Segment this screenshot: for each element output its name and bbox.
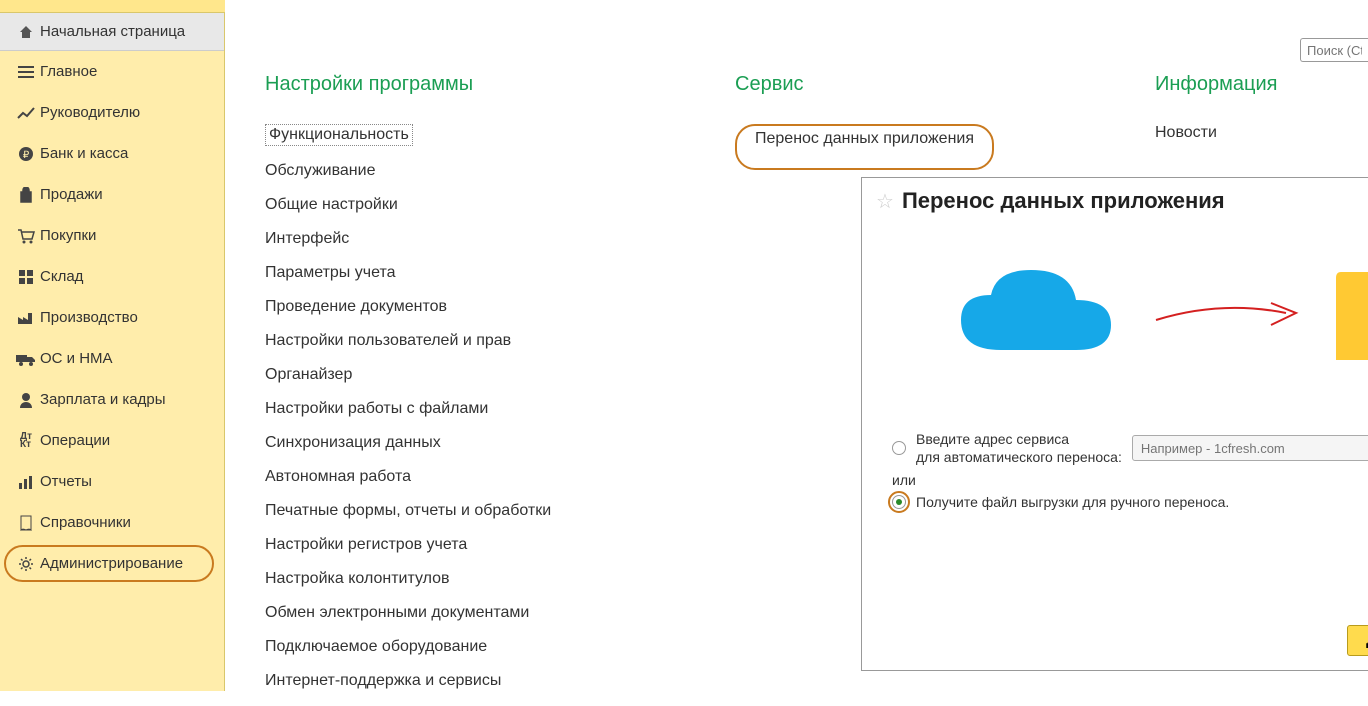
gear-icon xyxy=(12,556,40,572)
service-link-transfer[interactable]: Перенос данных приложения xyxy=(755,130,974,148)
nav-person[interactable]: Зарплата и кадры xyxy=(0,379,224,420)
nav-truck[interactable]: ОС и НМА xyxy=(0,338,224,379)
settings-link-2[interactable]: Общие настройки xyxy=(265,196,695,214)
nav-cart[interactable]: Покупки xyxy=(0,215,224,256)
nav-label: Склад xyxy=(40,268,83,285)
settings-title: Настройки программы xyxy=(265,73,695,96)
settings-link-15[interactable]: Подключаемое оборудование xyxy=(265,638,695,656)
info-link-news[interactable]: Новости xyxy=(1155,124,1348,142)
cart-icon xyxy=(12,228,40,244)
nav-grid[interactable]: Склад xyxy=(0,256,224,297)
home-link[interactable]: Начальная страница xyxy=(0,13,224,51)
star-icon[interactable]: ☆ xyxy=(876,189,894,214)
service-title: Сервис xyxy=(735,73,1115,96)
nav-label: Справочники xyxy=(40,514,131,531)
nav-factory[interactable]: Производство xyxy=(0,297,224,338)
nav-label: ОС и НМА xyxy=(40,350,113,367)
grid-icon xyxy=(12,270,40,284)
or-label: или xyxy=(892,472,1368,488)
nav-label: Главное xyxy=(40,63,97,80)
transfer-dialog: ☆ Перенос данных приложения ⋮ ☐ ✕ xyxy=(861,177,1368,671)
factory-icon xyxy=(12,311,40,325)
settings-link-10[interactable]: Автономная работа xyxy=(265,468,695,486)
nav-label: Производство xyxy=(40,309,138,326)
nav-label: Продажи xyxy=(40,186,103,203)
settings-link-0[interactable]: Функциональность xyxy=(265,124,413,146)
book-icon xyxy=(12,515,40,531)
settings-link-5[interactable]: Проведение документов xyxy=(265,298,695,316)
main-area: Настройки программы Функциональность Обсл… xyxy=(225,0,1368,691)
nav-dtkt[interactable]: ДтКтОперации xyxy=(0,420,224,461)
settings-link-7[interactable]: Органайзер xyxy=(265,366,695,384)
nav-bars[interactable]: Отчеты xyxy=(0,461,224,502)
truck-icon xyxy=(12,352,40,366)
person-icon xyxy=(12,392,40,408)
ruble-icon: ₽ xyxy=(12,146,40,162)
bars-icon xyxy=(12,475,40,489)
settings-link-6[interactable]: Настройки пользователей и прав xyxy=(265,332,695,350)
home-icon xyxy=(12,24,40,40)
settings-link-11[interactable]: Печатные формы, отчеты и обработки xyxy=(265,502,695,520)
settings-link-9[interactable]: Синхронизация данных xyxy=(265,434,695,452)
settings-link-13[interactable]: Настройка колонтитулов xyxy=(265,570,695,588)
folder-zip-icon xyxy=(1331,260,1368,370)
illustration xyxy=(892,240,1368,390)
settings-link-16[interactable]: Интернет-поддержка и сервисы xyxy=(265,672,695,690)
trend-icon xyxy=(12,106,40,120)
next-button[interactable]: Далее xyxy=(1347,625,1368,656)
nav-label: Администрирование xyxy=(40,555,183,572)
svg-text:₽: ₽ xyxy=(23,150,30,161)
home-label: Начальная страница xyxy=(40,23,185,40)
dtkt-icon: ДтКт xyxy=(12,433,40,449)
nav-menu[interactable]: Главное xyxy=(0,51,224,92)
bag-icon xyxy=(12,187,40,203)
radio-auto-label: Введите адрес сервисадля автоматического… xyxy=(916,430,1122,466)
nav-label: Руководителю xyxy=(40,104,140,121)
settings-link-4[interactable]: Параметры учета xyxy=(265,264,695,282)
arrow-icon xyxy=(1151,295,1301,335)
nav-label: Отчеты xyxy=(40,473,92,490)
settings-link-14[interactable]: Обмен электронными документами xyxy=(265,604,695,622)
radio-auto[interactable] xyxy=(892,441,906,455)
nav-ruble[interactable]: ₽ Банк и касса xyxy=(0,133,224,174)
dialog-title: Перенос данных приложения xyxy=(902,188,1368,214)
nav-gear[interactable]: Администрирование xyxy=(0,543,224,584)
menu-icon xyxy=(12,65,40,79)
column-settings: Настройки программы Функциональность Обсл… xyxy=(265,73,695,706)
nav-label: Зарплата и кадры xyxy=(40,391,166,408)
nav-book[interactable]: Справочники xyxy=(0,502,224,543)
settings-link-8[interactable]: Настройки работы с файлами xyxy=(265,400,695,418)
nav-label: Банк и касса xyxy=(40,145,128,162)
service-address-input[interactable] xyxy=(1132,435,1368,461)
radio-manual[interactable] xyxy=(892,495,906,509)
nav-label: Покупки xyxy=(40,227,96,244)
settings-link-3[interactable]: Интерфейс xyxy=(265,230,695,248)
nav-trend[interactable]: Руководителю xyxy=(0,92,224,133)
cloud-icon xyxy=(951,260,1121,370)
settings-link-1[interactable]: Обслуживание xyxy=(265,162,695,180)
search-input[interactable] xyxy=(1300,38,1368,62)
nav-label: Операции xyxy=(40,432,110,449)
nav-bag[interactable]: Продажи xyxy=(0,174,224,215)
settings-link-12[interactable]: Настройки регистров учета xyxy=(265,536,695,554)
info-title: Информация xyxy=(1155,73,1348,96)
radio-manual-label: Получите файл выгрузки для ручного перен… xyxy=(916,494,1229,510)
sidebar: Начальная страница Главное Руководителю ₽ Б… xyxy=(0,0,225,691)
